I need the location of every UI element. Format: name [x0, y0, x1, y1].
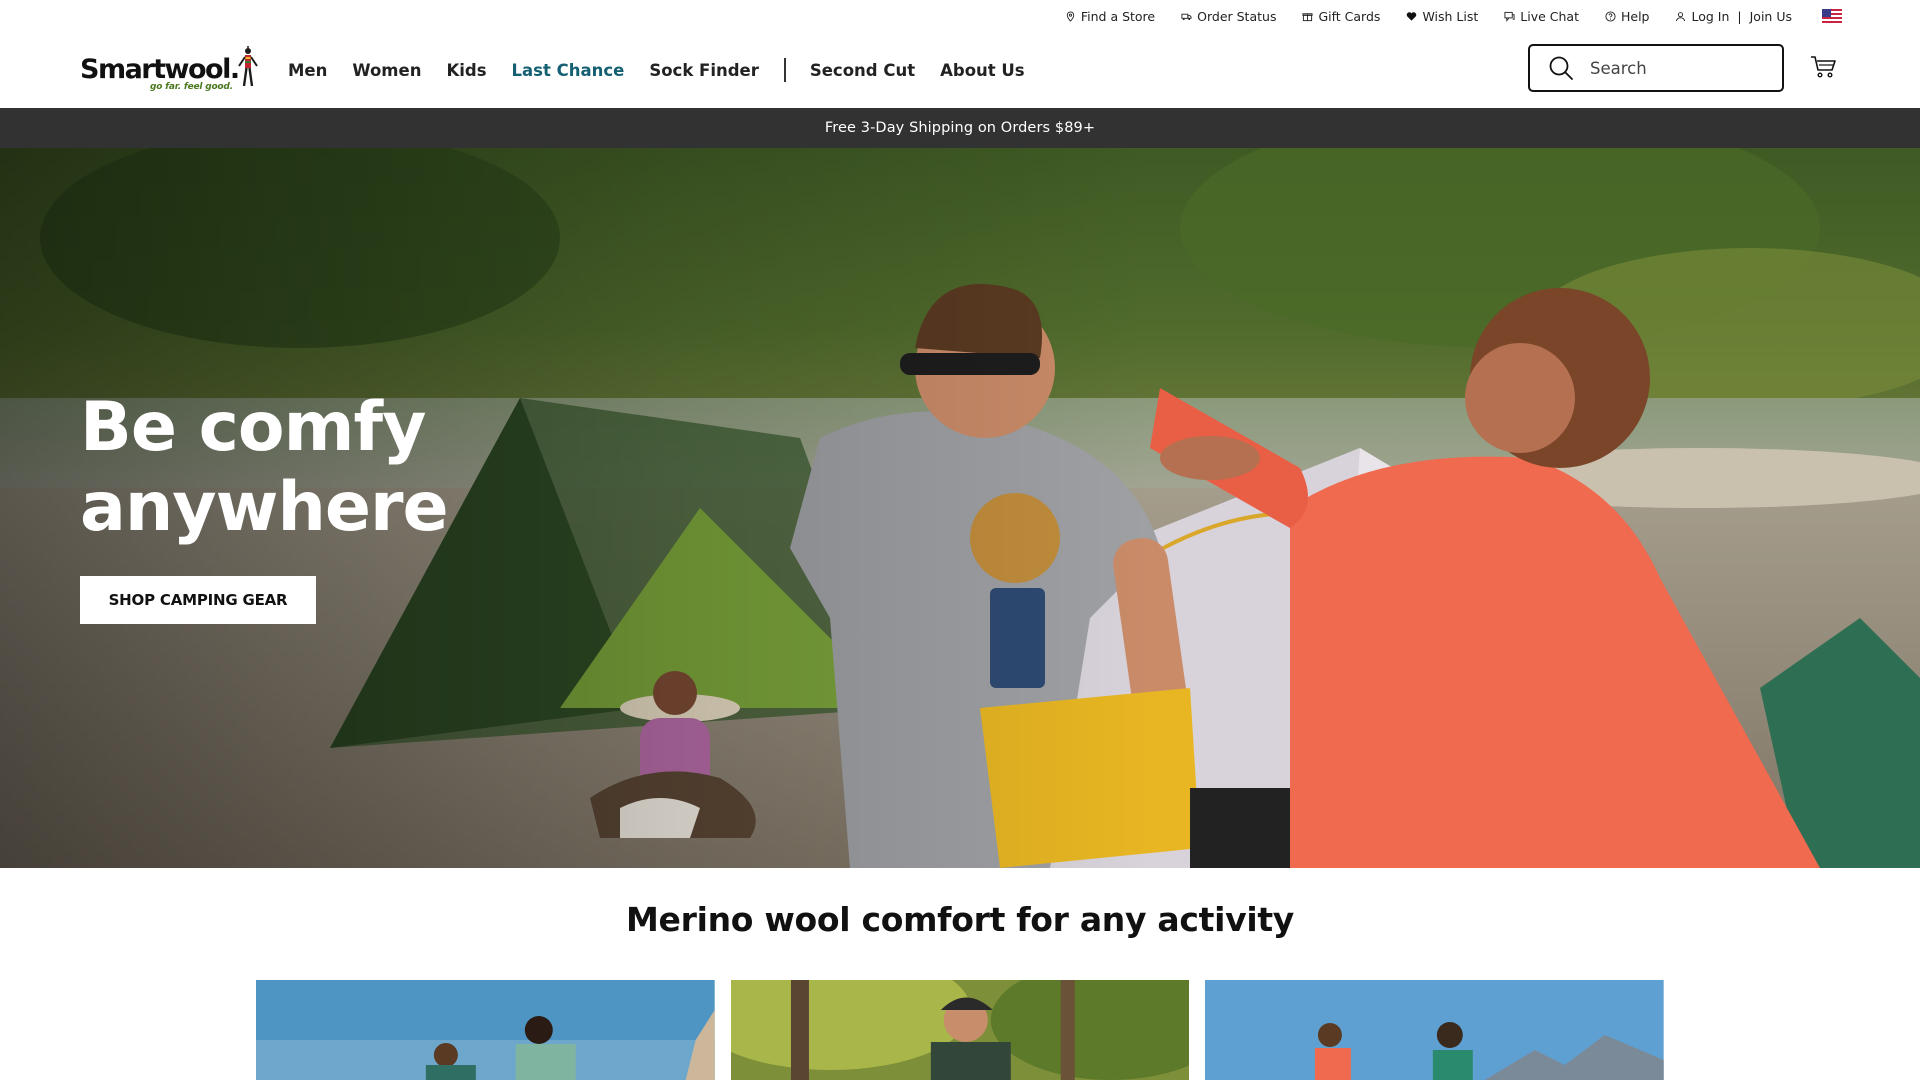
us-flag-icon[interactable]: [1822, 9, 1842, 23]
logo-wordmark: Smartwool.: [80, 54, 240, 85]
search-icon: [1549, 56, 1573, 80]
search-box[interactable]: [1528, 44, 1784, 92]
wish-list-label: Wish List: [1422, 8, 1479, 24]
order-status-link[interactable]: Order Status: [1181, 9, 1276, 24]
hero-headline-line-1: Be comfy: [80, 388, 426, 467]
activity-section-title: Merino wool comfort for any activity: [625, 900, 1295, 939]
truck-icon: [1181, 13, 1192, 20]
gift-icon: [1302, 12, 1313, 21]
find-a-store-label: Find a Store: [1080, 8, 1156, 24]
hero-banner: Be comfy anywhere SHOP CAMPING GEAR: [0, 148, 1920, 868]
smartwool-logo[interactable]: Smartwool. go far. feel good.: [80, 44, 260, 96]
activity-card-biking[interactable]: [730, 980, 1190, 1080]
log-in-label: Log In: [1691, 8, 1730, 24]
utility-bar: Find a Store Order Status Gift Cards Wis…: [0, 0, 1920, 32]
hero-headline-line-2: anywhere: [80, 468, 449, 547]
activity-card-biking-image: [730, 980, 1190, 1080]
nav-item-sock-finder[interactable]: Sock Finder: [649, 61, 759, 80]
promo-text: Free 3-Day Shipping on Orders $89+: [824, 120, 1096, 136]
join-us-link[interactable]: Join Us: [1750, 9, 1792, 24]
find-a-store-link[interactable]: Find a Store: [1065, 9, 1155, 24]
location-pin-icon: [1066, 10, 1075, 22]
nav-item-men[interactable]: Men: [288, 61, 327, 80]
shop-camping-gear-button[interactable]: SHOP CAMPING GEAR: [80, 576, 316, 624]
log-in-link[interactable]: Log In: [1675, 9, 1729, 24]
account-separator: |: [1737, 8, 1742, 24]
main-navigation: Smartwool. go far. feel good. Men Women …: [0, 32, 1920, 108]
heart-icon: [1407, 11, 1417, 21]
nav-item-last-chance[interactable]: Last Chance: [512, 61, 625, 80]
nav-item-about-us[interactable]: About Us: [940, 61, 1025, 80]
live-chat-link[interactable]: Live Chat: [1504, 9, 1579, 24]
activity-card-hiking-image: [256, 980, 715, 1080]
account-links: Log In | Join Us: [1675, 9, 1792, 24]
help-icon: [1605, 10, 1616, 22]
wish-list-link[interactable]: Wish List: [1406, 9, 1478, 24]
gift-cards-link[interactable]: Gift Cards: [1302, 9, 1380, 24]
nav-item-second-cut[interactable]: Second Cut: [810, 61, 915, 80]
logo-figure-icon: [238, 46, 258, 87]
chat-icon: [1504, 11, 1515, 22]
activity-card-hiking[interactable]: [256, 980, 715, 1080]
nav-divider: [783, 58, 786, 82]
search-input[interactable]: [1590, 58, 1760, 78]
help-label: Help: [1620, 8, 1650, 24]
primary-nav: Men Women Kids Last Chance Sock Finder S…: [288, 32, 1050, 108]
join-us-label: Join Us: [1749, 8, 1792, 24]
nav-item-kids[interactable]: Kids: [446, 61, 486, 80]
activity-cards: [256, 980, 1665, 1080]
help-link[interactable]: Help: [1605, 8, 1650, 24]
logo-tagline: go far. feel good.: [150, 82, 233, 92]
activity-card-running[interactable]: [1205, 980, 1665, 1080]
shopping-cart-icon[interactable]: [1810, 54, 1836, 80]
user-icon: [1676, 11, 1686, 21]
live-chat-label: Live Chat: [1520, 8, 1579, 24]
nav-item-women[interactable]: Women: [352, 61, 421, 80]
order-status-label: Order Status: [1197, 8, 1277, 24]
hero-headline: Be comfy anywhere: [80, 388, 680, 548]
activity-card-running-image: [1205, 980, 1665, 1080]
gift-cards-label: Gift Cards: [1318, 8, 1381, 24]
promo-banner: Free 3-Day Shipping on Orders $89+: [0, 108, 1920, 148]
